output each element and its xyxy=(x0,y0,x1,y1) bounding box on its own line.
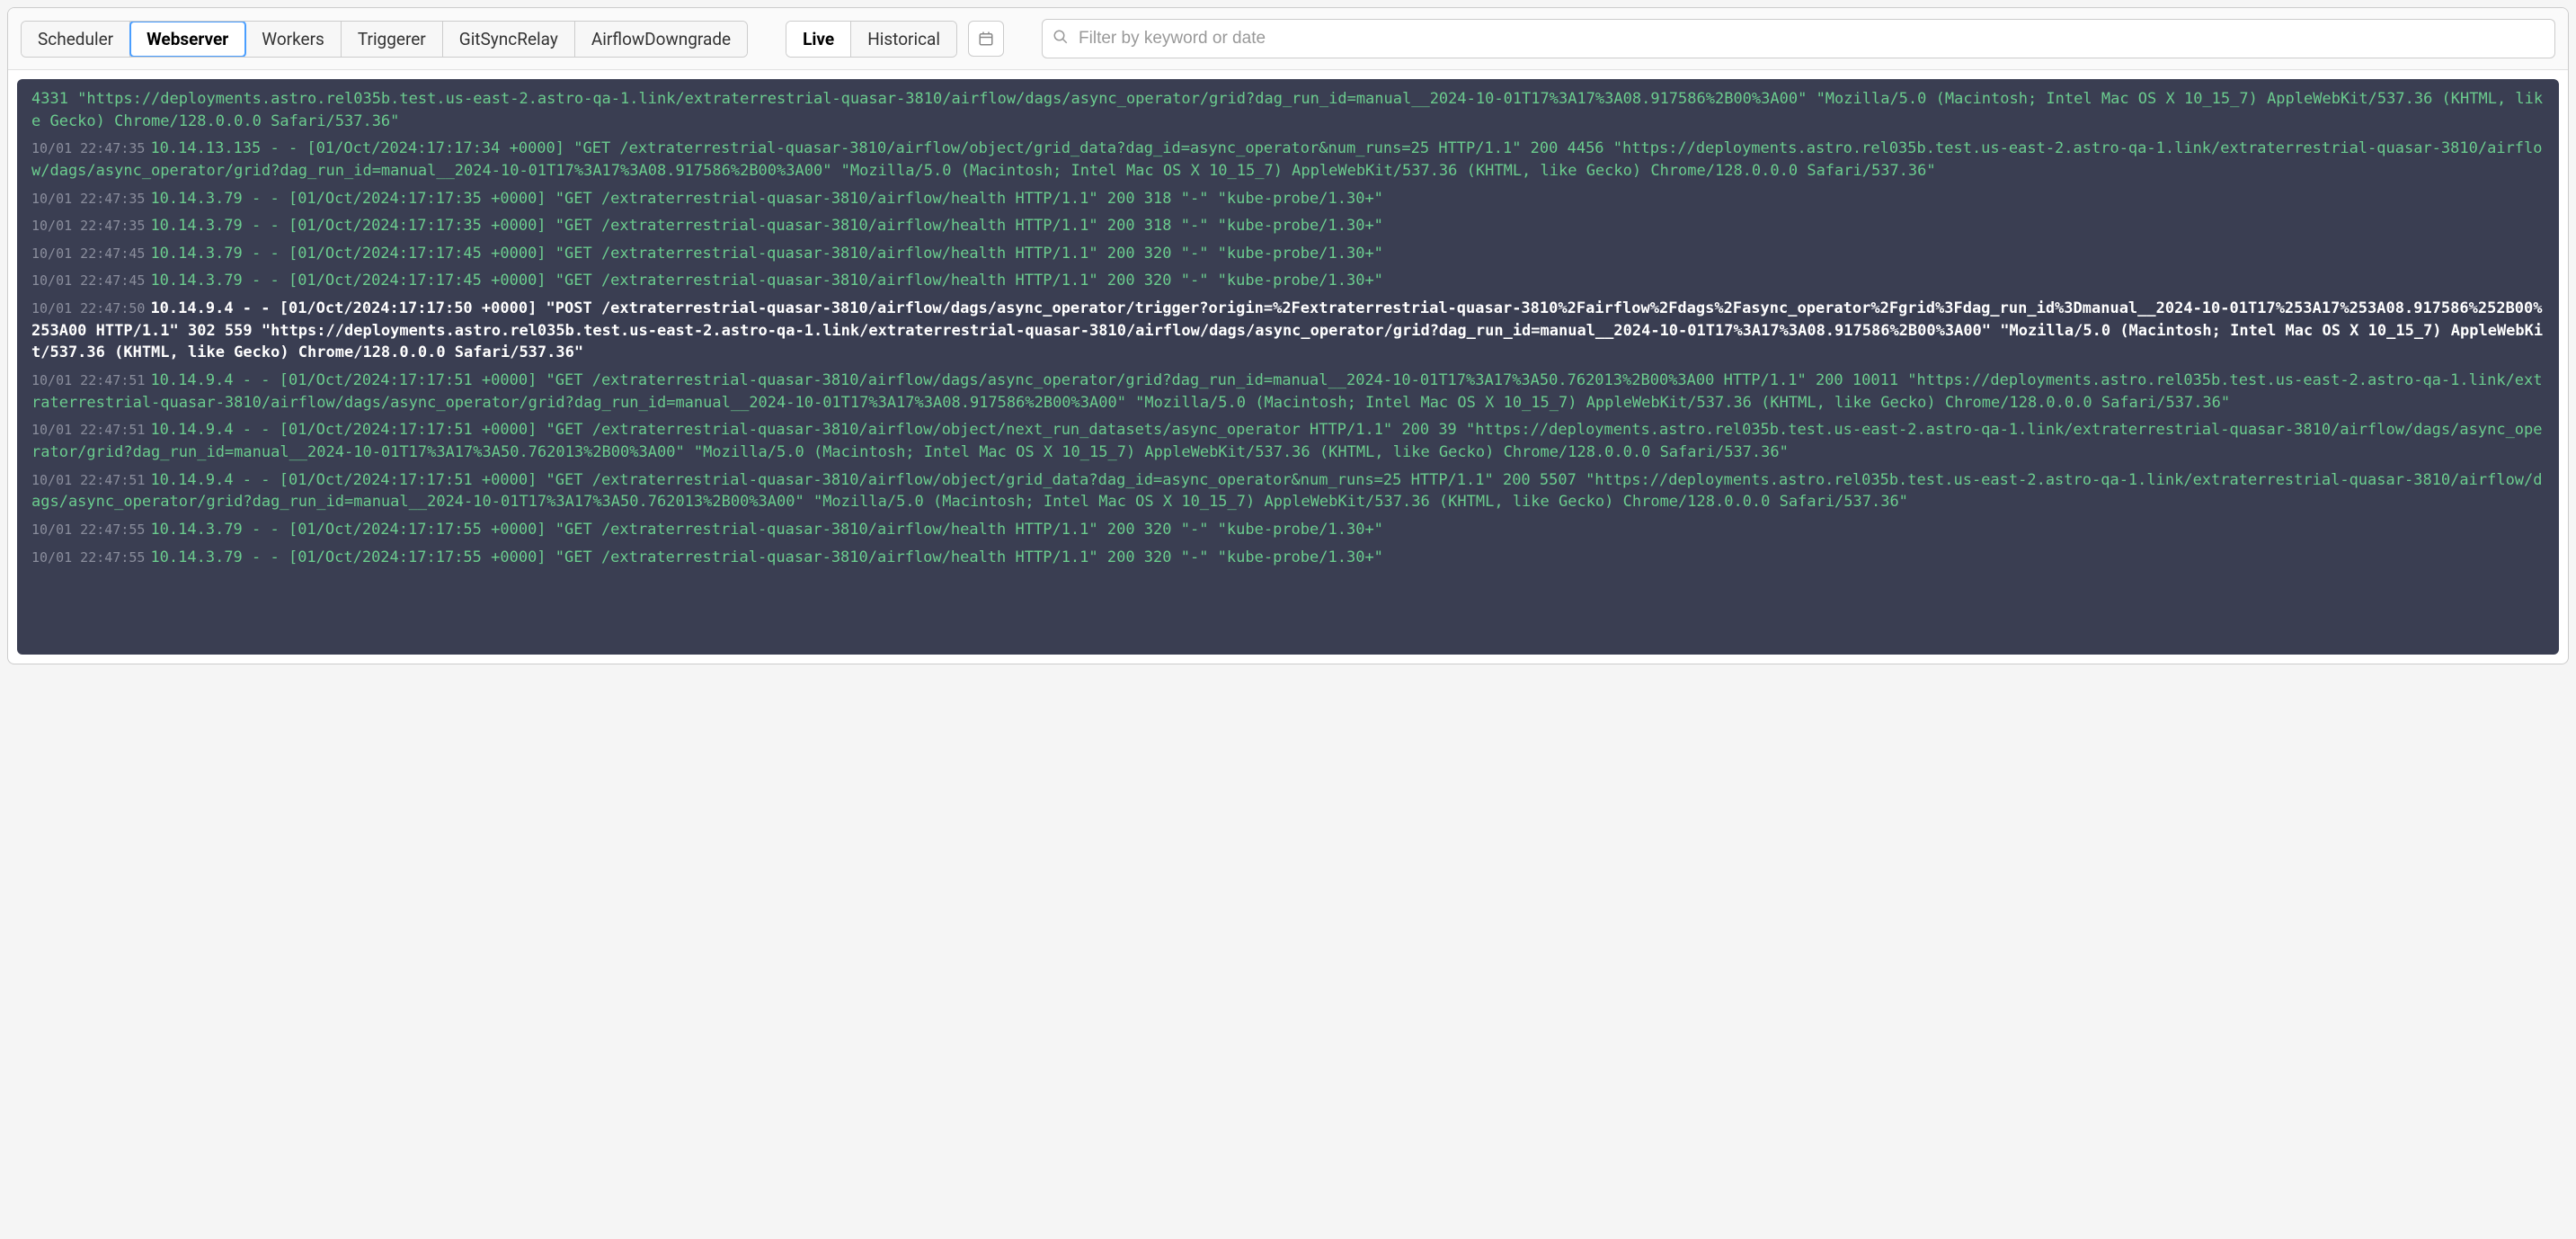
search-icon xyxy=(1053,29,1069,49)
log-text: 4331 "https://deployments.astro.rel035b.… xyxy=(31,90,2543,130)
log-timestamp: 10/01 22:47:45 xyxy=(31,245,145,262)
toolbar: SchedulerWebserverWorkersTriggererGitSyn… xyxy=(8,8,2568,70)
log-timestamp: 10/01 22:47:35 xyxy=(31,218,145,234)
calendar-icon xyxy=(978,31,994,47)
log-text: 10.14.3.79 - - [01/Oct/2024:17:17:55 +00… xyxy=(150,521,1382,539)
log-line: 10/01 22:47:5110.14.9.4 - - [01/Oct/2024… xyxy=(31,469,2545,513)
log-line: 10/01 22:47:5010.14.9.4 - - [01/Oct/2024… xyxy=(31,298,2545,364)
log-line: 10/01 22:47:3510.14.13.135 - - [01/Oct/2… xyxy=(31,138,2545,182)
log-line: 10/01 22:47:55 10.14.3.79 - - [01/Oct/202… xyxy=(31,519,2545,541)
log-timestamp: 10/01 22:47:45 xyxy=(31,272,145,289)
log-text: 10.14.3.79 - - [01/Oct/2024:17:17:55 +00… xyxy=(150,548,1382,566)
log-timestamp: 10/01 22:47:55 xyxy=(31,521,145,538)
source-tab-group: SchedulerWebserverWorkersTriggererGitSyn… xyxy=(21,21,748,58)
log-line: 10/01 22:47:35 10.14.3.79 - - [01/Oct/202… xyxy=(31,215,2545,237)
log-timestamp: 10/01 22:47:51 xyxy=(31,422,145,438)
tab-workers[interactable]: Workers xyxy=(245,22,342,57)
log-text: 10.14.3.79 - - [01/Oct/2024:17:17:45 +00… xyxy=(150,272,1382,290)
log-line: 10/01 22:47:35 10.14.3.79 - - [01/Oct/202… xyxy=(31,188,2545,210)
calendar-button[interactable] xyxy=(968,21,1004,57)
log-line: 10/01 22:47:45 10.14.3.79 - - [01/Oct/202… xyxy=(31,270,2545,292)
search-wrap xyxy=(1042,19,2555,58)
mode-historical[interactable]: Historical xyxy=(851,22,956,57)
log-text: 10.14.3.79 - - [01/Oct/2024:17:17:35 +00… xyxy=(150,217,1382,235)
log-line: 4331 "https://deployments.astro.rel035b.… xyxy=(31,88,2545,132)
log-viewer-panel: SchedulerWebserverWorkersTriggererGitSyn… xyxy=(7,7,2569,664)
mode-group: LiveHistorical xyxy=(786,21,957,58)
log-text: 10.14.3.79 - - [01/Oct/2024:17:17:45 +00… xyxy=(150,245,1382,263)
tab-scheduler[interactable]: Scheduler xyxy=(22,22,130,57)
tab-webserver[interactable]: Webserver xyxy=(130,22,245,57)
log-text: 10.14.9.4 - - [01/Oct/2024:17:17:51 +000… xyxy=(31,421,2543,461)
filter-input[interactable] xyxy=(1042,19,2555,58)
tab-triggerer[interactable]: Triggerer xyxy=(342,22,443,57)
log-text: 10.14.9.4 - - [01/Oct/2024:17:17:51 +000… xyxy=(31,371,2543,412)
log-timestamp: 10/01 22:47:51 xyxy=(31,372,145,388)
log-line: 10/01 22:47:45 10.14.3.79 - - [01/Oct/202… xyxy=(31,243,2545,265)
tab-airflowdowngrade[interactable]: AirflowDowngrade xyxy=(575,22,747,57)
log-text: 10.14.13.135 - - [01/Oct/2024:17:17:34 +… xyxy=(31,139,2543,180)
mode-live[interactable]: Live xyxy=(786,22,851,57)
log-output[interactable]: 4331 "https://deployments.astro.rel035b.… xyxy=(17,79,2559,655)
log-text: 10.14.3.79 - - [01/Oct/2024:17:17:35 +00… xyxy=(150,190,1382,208)
log-line: 10/01 22:47:55 10.14.3.79 - - [01/Oct/202… xyxy=(31,547,2545,569)
log-line: 10/01 22:47:5110.14.9.4 - - [01/Oct/2024… xyxy=(31,419,2545,463)
log-line: 10/01 22:47:5110.14.9.4 - - [01/Oct/2024… xyxy=(31,370,2545,414)
log-timestamp: 10/01 22:47:51 xyxy=(31,472,145,488)
log-timestamp: 10/01 22:47:35 xyxy=(31,140,145,156)
log-timestamp: 10/01 22:47:35 xyxy=(31,191,145,207)
log-text: 10.14.9.4 - - [01/Oct/2024:17:17:51 +000… xyxy=(31,471,2543,512)
log-text: 10.14.9.4 - - [01/Oct/2024:17:17:50 +000… xyxy=(31,299,2543,361)
log-timestamp: 10/01 22:47:50 xyxy=(31,300,145,316)
tab-gitsyncrelay[interactable]: GitSyncRelay xyxy=(443,22,575,57)
log-timestamp: 10/01 22:47:55 xyxy=(31,549,145,566)
